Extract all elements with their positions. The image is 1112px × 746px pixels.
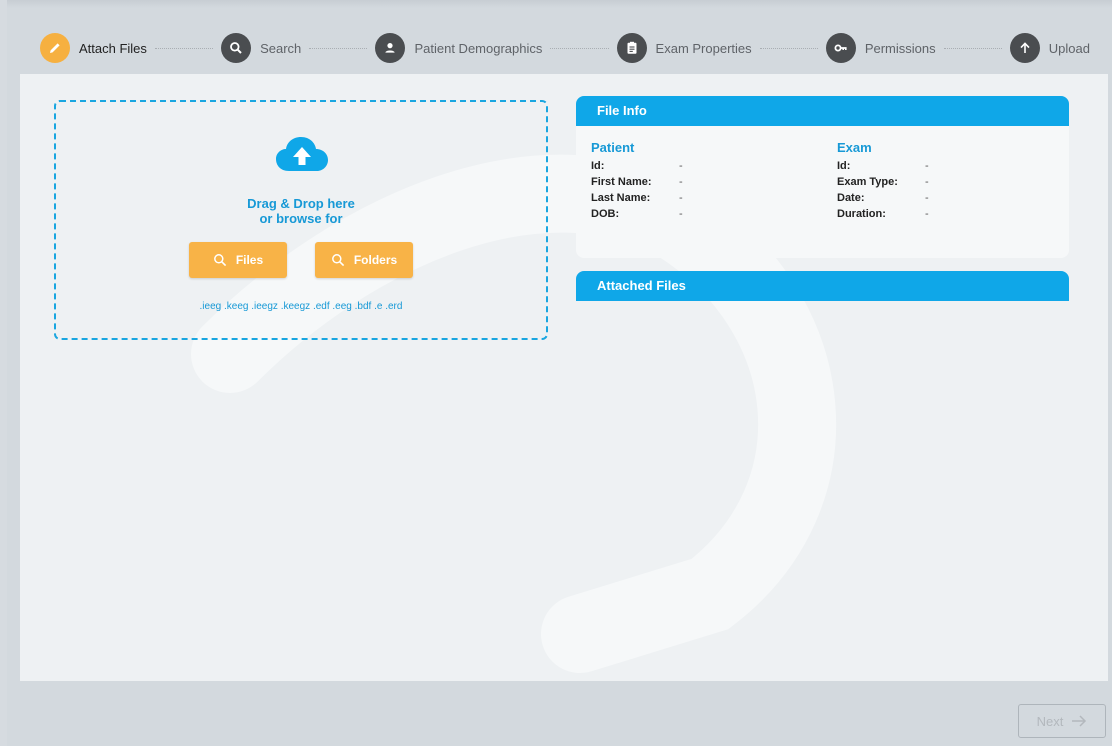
last-name-value: - [679,192,683,204]
next-button[interactable]: Next [1018,704,1106,738]
step-patient-demographics[interactable]: Patient Demographics [375,33,542,63]
drop-text-line1: Drag & Drop here [247,196,355,211]
drop-text-line2: or browse for [259,211,343,226]
step-label: Patient Demographics [414,40,543,56]
supported-extensions: .ieeg .keeg .ieegz .keegz .edf .eeg .bdf… [199,301,403,312]
dob-value: - [679,208,683,220]
last-name-label: Last Name: [591,192,651,204]
step-label: Exam Properties [655,40,752,56]
info-row: DOB: - [591,206,831,222]
search-icon [221,33,252,63]
exam-id-label: Id: [837,160,851,172]
drop-instructions: Drag & Drop here or browse for [56,196,546,226]
files-button-label: Files [235,253,264,267]
step-label: Permissions [864,40,936,56]
step-connector [309,47,368,49]
search-icon [213,254,226,267]
exam-info: Exam Id: - Exam Type: - Date: - Duration: - [837,140,1077,222]
key-icon [825,33,856,63]
step-search[interactable]: Search [221,33,301,63]
step-attach-files[interactable]: Attach Files [40,33,147,63]
arrow-up-icon [1009,33,1040,63]
arrow-right-icon [1072,715,1087,727]
file-info-title: File Info [576,96,1069,126]
duration-value: - [925,208,929,220]
info-row: Exam Type: - [837,174,1077,190]
file-info-card: File Info Patient Id: - First Name: - Last… [576,96,1069,258]
attached-files-card: Attached Files [576,271,1069,301]
search-icon [331,254,344,267]
exam-title: Exam [837,140,872,155]
info-row: Id: - [837,158,1077,174]
step-exam-properties[interactable]: Exam Properties [616,33,752,63]
date-label: Date: [837,192,865,204]
step-label: Search [260,40,302,56]
first-name-value: - [679,176,683,188]
folders-button-label: Folders [353,253,398,267]
clipboard-icon [616,33,647,63]
file-drop-zone[interactable]: Drag & Drop here or browse for Files Fol… [54,100,548,340]
main-panel: Drag & Drop here or browse for Files Fol… [20,74,1108,681]
pencil-icon [40,33,70,63]
top-shade [7,0,1112,8]
info-row: First Name: - [591,174,831,190]
patient-info: Patient Id: - First Name: - Last Name: - DO… [591,140,831,222]
info-row: Date: - [837,190,1077,206]
dob-label: DOB: [591,208,620,220]
exam-id-value: - [925,160,929,172]
cloud-upload-icon [276,137,328,171]
browse-folders-button[interactable]: Folders [315,242,413,278]
browse-files-button[interactable]: Files [189,242,287,278]
date-value: - [925,192,929,204]
info-row: Last Name: - [591,190,831,206]
step-label: Upload [1048,40,1090,56]
attached-files-title: Attached Files [576,271,1069,301]
step-permissions[interactable]: Permissions [825,33,936,63]
person-icon [375,33,406,63]
info-row: Duration: - [837,206,1077,222]
wizard-stepper: Attach Files Search Patient Demographics… [40,32,1090,64]
step-connector [943,47,1002,49]
step-label: Attach Files [79,40,147,56]
file-info-body: Patient Id: - First Name: - Last Name: - DO… [576,126,1069,258]
next-button-label: Next [1036,713,1064,729]
step-connector [550,47,609,49]
first-name-label: First Name: [591,176,652,188]
patient-id-value: - [679,160,683,172]
patient-id-label: Id: [591,160,605,172]
info-row: Id: - [591,158,831,174]
browse-buttons: Files Folders [56,242,546,278]
step-connector [154,47,214,49]
duration-label: Duration: [837,208,886,220]
patient-title: Patient [591,140,635,155]
exam-type-value: - [925,176,929,188]
step-connector [759,47,818,49]
step-upload[interactable]: Upload [1009,33,1090,63]
exam-type-label: Exam Type: [837,176,898,188]
